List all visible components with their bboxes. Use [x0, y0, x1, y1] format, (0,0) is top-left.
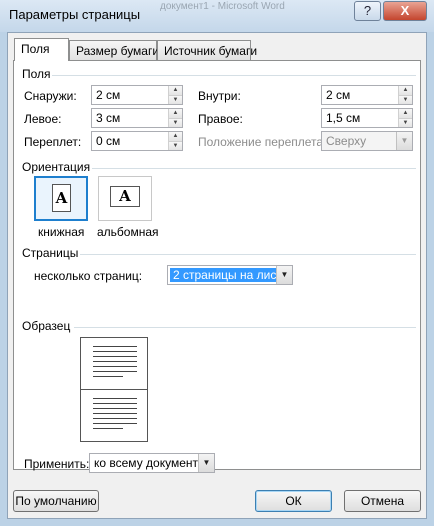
left-margin-spinner[interactable]: 3 см ▲ ▼ — [91, 108, 183, 128]
spin-up-icon[interactable]: ▲ — [399, 86, 412, 95]
tab-panel-margins: Поля Снаружи: 2 см ▲ ▼ Левое: 3 см ▲ ▼ Пер… — [13, 60, 421, 473]
spin-down-icon[interactable]: ▼ — [399, 95, 412, 104]
apply-to-select[interactable]: ко всему документу ▼ — [89, 453, 215, 473]
chevron-down-icon[interactable]: ▼ — [276, 266, 292, 284]
spin-up-icon[interactable]: ▲ — [399, 109, 412, 118]
margins-divider — [52, 75, 416, 76]
chevron-down-icon[interactable]: ▼ — [198, 454, 214, 472]
window-title: Параметры страницы — [9, 7, 141, 22]
preview-divider — [74, 327, 416, 328]
spin-up-icon[interactable]: ▲ — [169, 86, 182, 95]
inside-margin-value: 2 см — [326, 88, 351, 102]
landscape-label[interactable]: альбомная — [97, 225, 159, 239]
spin-down-icon[interactable]: ▼ — [169, 118, 182, 127]
right-margin-spinner[interactable]: 1,5 см ▲ ▼ — [321, 108, 413, 128]
spin-down-icon[interactable]: ▼ — [169, 95, 182, 104]
preview-page-top — [80, 337, 148, 390]
portrait-page-icon: A — [52, 184, 71, 212]
inside-margin-label: Внутри: — [198, 89, 241, 103]
preview-page-bottom — [80, 389, 148, 442]
gutter-label: Переплет: — [24, 135, 82, 149]
tab-paper-source[interactable]: Источник бумаги — [157, 40, 257, 60]
right-margin-value: 1,5 см — [326, 111, 361, 125]
spin-down-icon[interactable]: ▼ — [399, 118, 412, 127]
gutter-spinner[interactable]: 0 см ▲ ▼ — [91, 131, 183, 151]
portrait-label[interactable]: книжная — [38, 225, 84, 239]
tab-margins[interactable]: Поля — [14, 38, 69, 61]
ok-button[interactable]: ОК — [255, 490, 332, 512]
preview-section-label: Образец — [22, 319, 71, 333]
portrait-option[interactable]: A — [34, 176, 88, 221]
pages-divider — [80, 254, 416, 255]
background-window-title: документ1 - Microsoft Word — [160, 1, 285, 12]
landscape-page-icon: A — [110, 186, 140, 207]
apply-to-value: ко всему документу — [94, 456, 205, 470]
gutter-position-label: Положение переплета: — [198, 135, 327, 149]
close-button[interactable]: X — [383, 1, 427, 21]
gutter-position-value: Сверху — [326, 134, 367, 148]
gutter-position-select: Сверху ▼ — [321, 131, 413, 151]
landscape-option[interactable]: A — [98, 176, 152, 221]
spin-up-icon[interactable]: ▲ — [169, 132, 182, 141]
orientation-divider — [92, 168, 416, 169]
set-default-button[interactable]: По умолчанию — [13, 490, 99, 512]
help-button[interactable]: ? — [354, 1, 381, 21]
chevron-down-icon: ▼ — [396, 132, 412, 150]
tab-paper-size[interactable]: Размер бумаги — [69, 40, 159, 60]
title-bar: документ1 - Microsoft Word Параметры стр… — [0, 0, 434, 32]
orientation-section-label: Ориентация — [22, 160, 91, 174]
multiple-pages-select[interactable]: 2 страницы на листе ▼ — [167, 265, 293, 285]
spin-up-icon[interactable]: ▲ — [169, 109, 182, 118]
left-margin-value: 3 см — [96, 111, 121, 125]
top-margin-spinner[interactable]: 2 см ▲ ▼ — [91, 85, 183, 105]
multiple-pages-label: несколько страниц: — [34, 269, 143, 283]
pages-section-label: Страницы — [22, 246, 79, 260]
dialog-body: Поля Размер бумаги Источник бумаги Поля … — [7, 32, 427, 519]
cancel-button[interactable]: Отмена — [344, 490, 421, 512]
inside-margin-spinner[interactable]: 2 см ▲ ▼ — [321, 85, 413, 105]
spin-down-icon[interactable]: ▼ — [169, 141, 182, 150]
gutter-value: 0 см — [96, 134, 121, 148]
multiple-pages-value: 2 страницы на листе — [170, 268, 292, 282]
top-margin-value: 2 см — [96, 88, 121, 102]
right-margin-label: Правое: — [198, 112, 243, 126]
apply-to-label: Применить: — [24, 457, 90, 471]
left-margin-label: Левое: — [24, 112, 62, 126]
margins-section-label: Поля — [22, 67, 51, 81]
top-margin-label: Снаружи: — [24, 89, 77, 103]
